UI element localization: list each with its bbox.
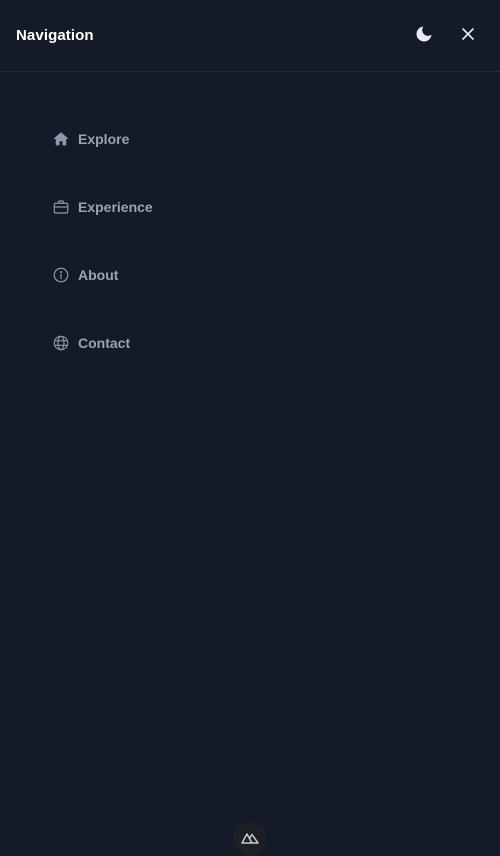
drawer-title: Navigation xyxy=(16,27,94,44)
moon-icon xyxy=(414,24,434,49)
info-icon xyxy=(52,266,70,284)
theme-toggle-button[interactable] xyxy=(412,24,436,48)
globe-icon xyxy=(52,334,70,352)
drawer-header: Navigation xyxy=(0,0,500,72)
nav-item-label: About xyxy=(78,267,119,283)
nav-item-label: Explore xyxy=(78,131,130,147)
nav-item-contact[interactable]: Contact xyxy=(52,331,252,355)
nav-item-about[interactable]: About xyxy=(52,263,252,287)
nav-item-label: Experience xyxy=(78,199,153,215)
close-icon xyxy=(461,27,475,46)
nav-item-explore[interactable]: Explore xyxy=(52,127,252,151)
nav-item-experience[interactable]: Experience xyxy=(52,195,252,219)
briefcase-icon xyxy=(52,198,70,216)
nuxt-logo-icon xyxy=(241,822,259,849)
close-button[interactable] xyxy=(456,24,480,48)
nav-item-label: Contact xyxy=(78,335,131,351)
nuxt-devtools-button[interactable] xyxy=(233,822,267,856)
home-icon xyxy=(52,130,70,148)
